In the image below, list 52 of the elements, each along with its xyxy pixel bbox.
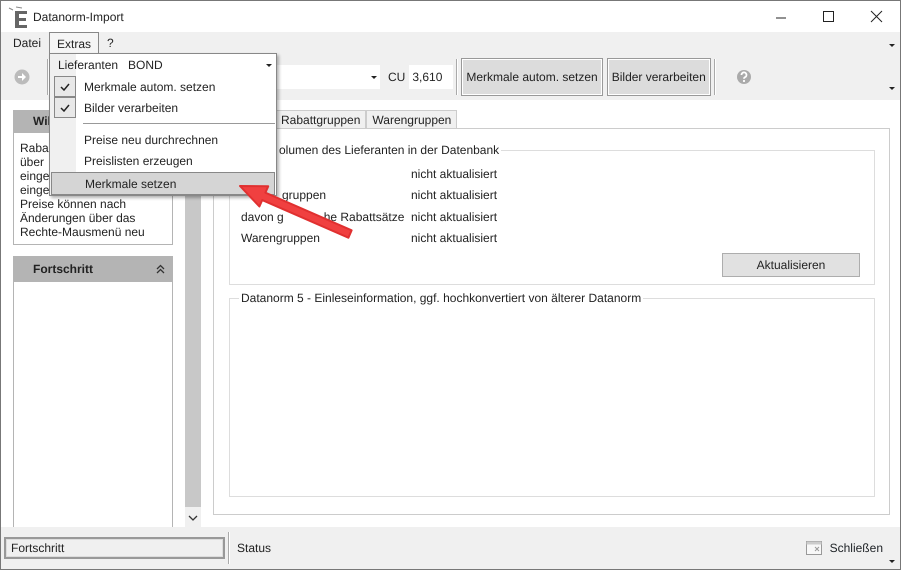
group-title: Datanorm 5 - Einleseinformation, ggf. hochkonvertiert von älterer Datanorm — [239, 291, 644, 305]
tab[interactable]: Warengruppen — [366, 110, 458, 128]
cu-label: CU — [388, 69, 406, 86]
supplier-label: Lieferanten — [58, 57, 118, 74]
info-text: einge — [20, 183, 50, 197]
close-window-icon[interactable] — [806, 541, 822, 555]
menu-item[interactable]: ? — [99, 32, 122, 54]
app-logo-icon — [7, 4, 29, 28]
info-text: über — [20, 155, 44, 169]
toolbar-button[interactable]: Merkmale autom. setzen — [461, 58, 603, 96]
collapse-icon[interactable] — [156, 264, 165, 274]
menu-item[interactable]: Merkmale autom. setzen — [51, 76, 275, 97]
menu-item[interactable]: Merkmale setzen — [51, 172, 275, 195]
row-label: Warengruppen — [241, 230, 320, 248]
info-text: Änderungen über das — [20, 211, 136, 225]
info-text: einge — [20, 169, 50, 183]
overflow-caret-icon[interactable] — [889, 560, 895, 563]
menu-item[interactable]: Preislisten erzeugen — [51, 150, 275, 171]
row-value: nicht aktualisiert — [411, 208, 498, 226]
menu-item[interactable]: Bilder verarbeiten — [51, 97, 275, 118]
window-title: Datanorm-Import — [33, 8, 124, 26]
row-value: nicht aktualisiert — [411, 230, 498, 248]
info-text: Rechte-Mausmenü neu — [20, 225, 145, 239]
checkbox[interactable] — [54, 76, 76, 97]
info-text: Preise können nach — [20, 197, 126, 211]
maximize-icon[interactable] — [822, 10, 836, 24]
update-button[interactable]: Aktualisieren — [722, 253, 860, 277]
panel-header[interactable]: Fortschritt — [13, 256, 173, 282]
checkbox[interactable] — [54, 97, 76, 118]
chevron-down-icon[interactable] — [188, 515, 198, 521]
row-label: gruppen — [282, 187, 326, 204]
progress-field: Fortschritt — [4, 537, 225, 559]
menu-item[interactable]: Preise neu durchrechnen — [51, 129, 275, 150]
overflow-caret-icon[interactable] — [889, 44, 895, 47]
check-icon — [60, 82, 70, 90]
status-text: Status — [237, 540, 272, 557]
overflow-caret-icon[interactable] — [889, 87, 895, 90]
check-icon — [60, 104, 70, 112]
toolbar-button[interactable]: Bilder verarbeiten — [606, 58, 711, 96]
close-icon[interactable] — [870, 10, 884, 24]
panel-title: Fortschritt — [33, 261, 93, 278]
dropdown-caret-icon[interactable] — [371, 76, 377, 78]
menu-item[interactable]: Datei — [5, 32, 50, 54]
close-button[interactable]: Schließen — [806, 539, 883, 557]
row-label: davon g — [241, 208, 284, 226]
row-value: nicht aktualisiert — [411, 187, 498, 204]
tab[interactable]: Rabattgruppen — [275, 110, 366, 128]
info-text: Raba — [20, 141, 49, 155]
row-value: nicht aktualisiert — [411, 166, 498, 183]
group-title: olumen des Lieferanten in der Datenbank — [277, 143, 502, 157]
menu-item[interactable]: Extras — [49, 32, 100, 54]
cu-field[interactable]: 3,610 — [409, 65, 454, 89]
